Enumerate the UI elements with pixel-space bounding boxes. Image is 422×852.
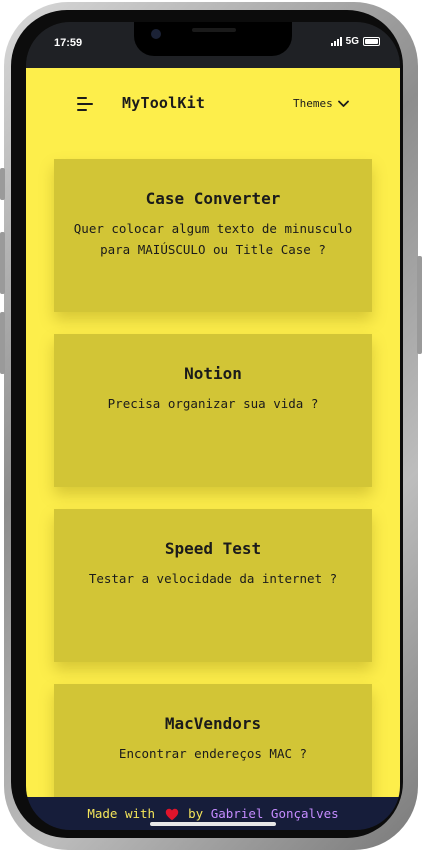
volume-up-button [0,232,5,294]
volume-down-button [0,312,5,374]
heart-icon [165,808,178,821]
tool-card-speed-test[interactable]: Speed Test Testar a velocidade da intern… [54,509,372,662]
speaker-grille [192,28,236,32]
status-bar: 17:59 5G [26,22,400,68]
tool-card-macvendors[interactable]: MacVendors Encontrar endereços MAC ? [54,684,372,797]
card-title: Case Converter [145,189,281,208]
phone-screen: 17:59 5G MyToolKit Themes Case Converter… [26,22,400,830]
battery-icon [363,37,380,46]
card-description: Testar a velocidade da internet ? [88,571,338,586]
camera-icon [151,29,161,39]
menu-icon[interactable] [77,97,93,111]
card-title: Notion [184,364,242,383]
tool-card-case-converter[interactable]: Case Converter Quer colocar algum texto … [54,159,372,312]
status-indicators: 5G [330,36,380,47]
power-button [417,256,422,354]
home-indicator[interactable] [150,822,276,826]
notch [134,22,292,56]
brand-title[interactable]: MyToolKit [122,94,205,112]
card-title: MacVendors [164,714,262,733]
card-description: Quer colocar algum texto de minusculo pa… [73,221,353,257]
footer-by: by [188,806,204,821]
chevron-down-icon [337,100,349,107]
app-header: MyToolKit Themes [26,68,400,140]
signal-icon [330,37,342,46]
status-time: 17:59 [54,37,83,49]
network-label: 5G [345,36,359,47]
themes-dropdown[interactable]: Themes [293,97,349,110]
card-title: Speed Test [164,539,262,558]
app-container: MyToolKit Themes Case Converter Quer col… [26,68,400,797]
card-description: Encontrar endereços MAC ? [118,746,308,761]
silent-switch [0,168,5,200]
footer-made-with: Made with [87,806,156,821]
footer-author-link[interactable]: Gabriel Gonçalves [211,806,339,821]
themes-label: Themes [293,97,333,110]
tool-card-notion[interactable]: Notion Precisa organizar sua vida ? [54,334,372,487]
card-description: Precisa organizar sua vida ? [107,396,319,411]
